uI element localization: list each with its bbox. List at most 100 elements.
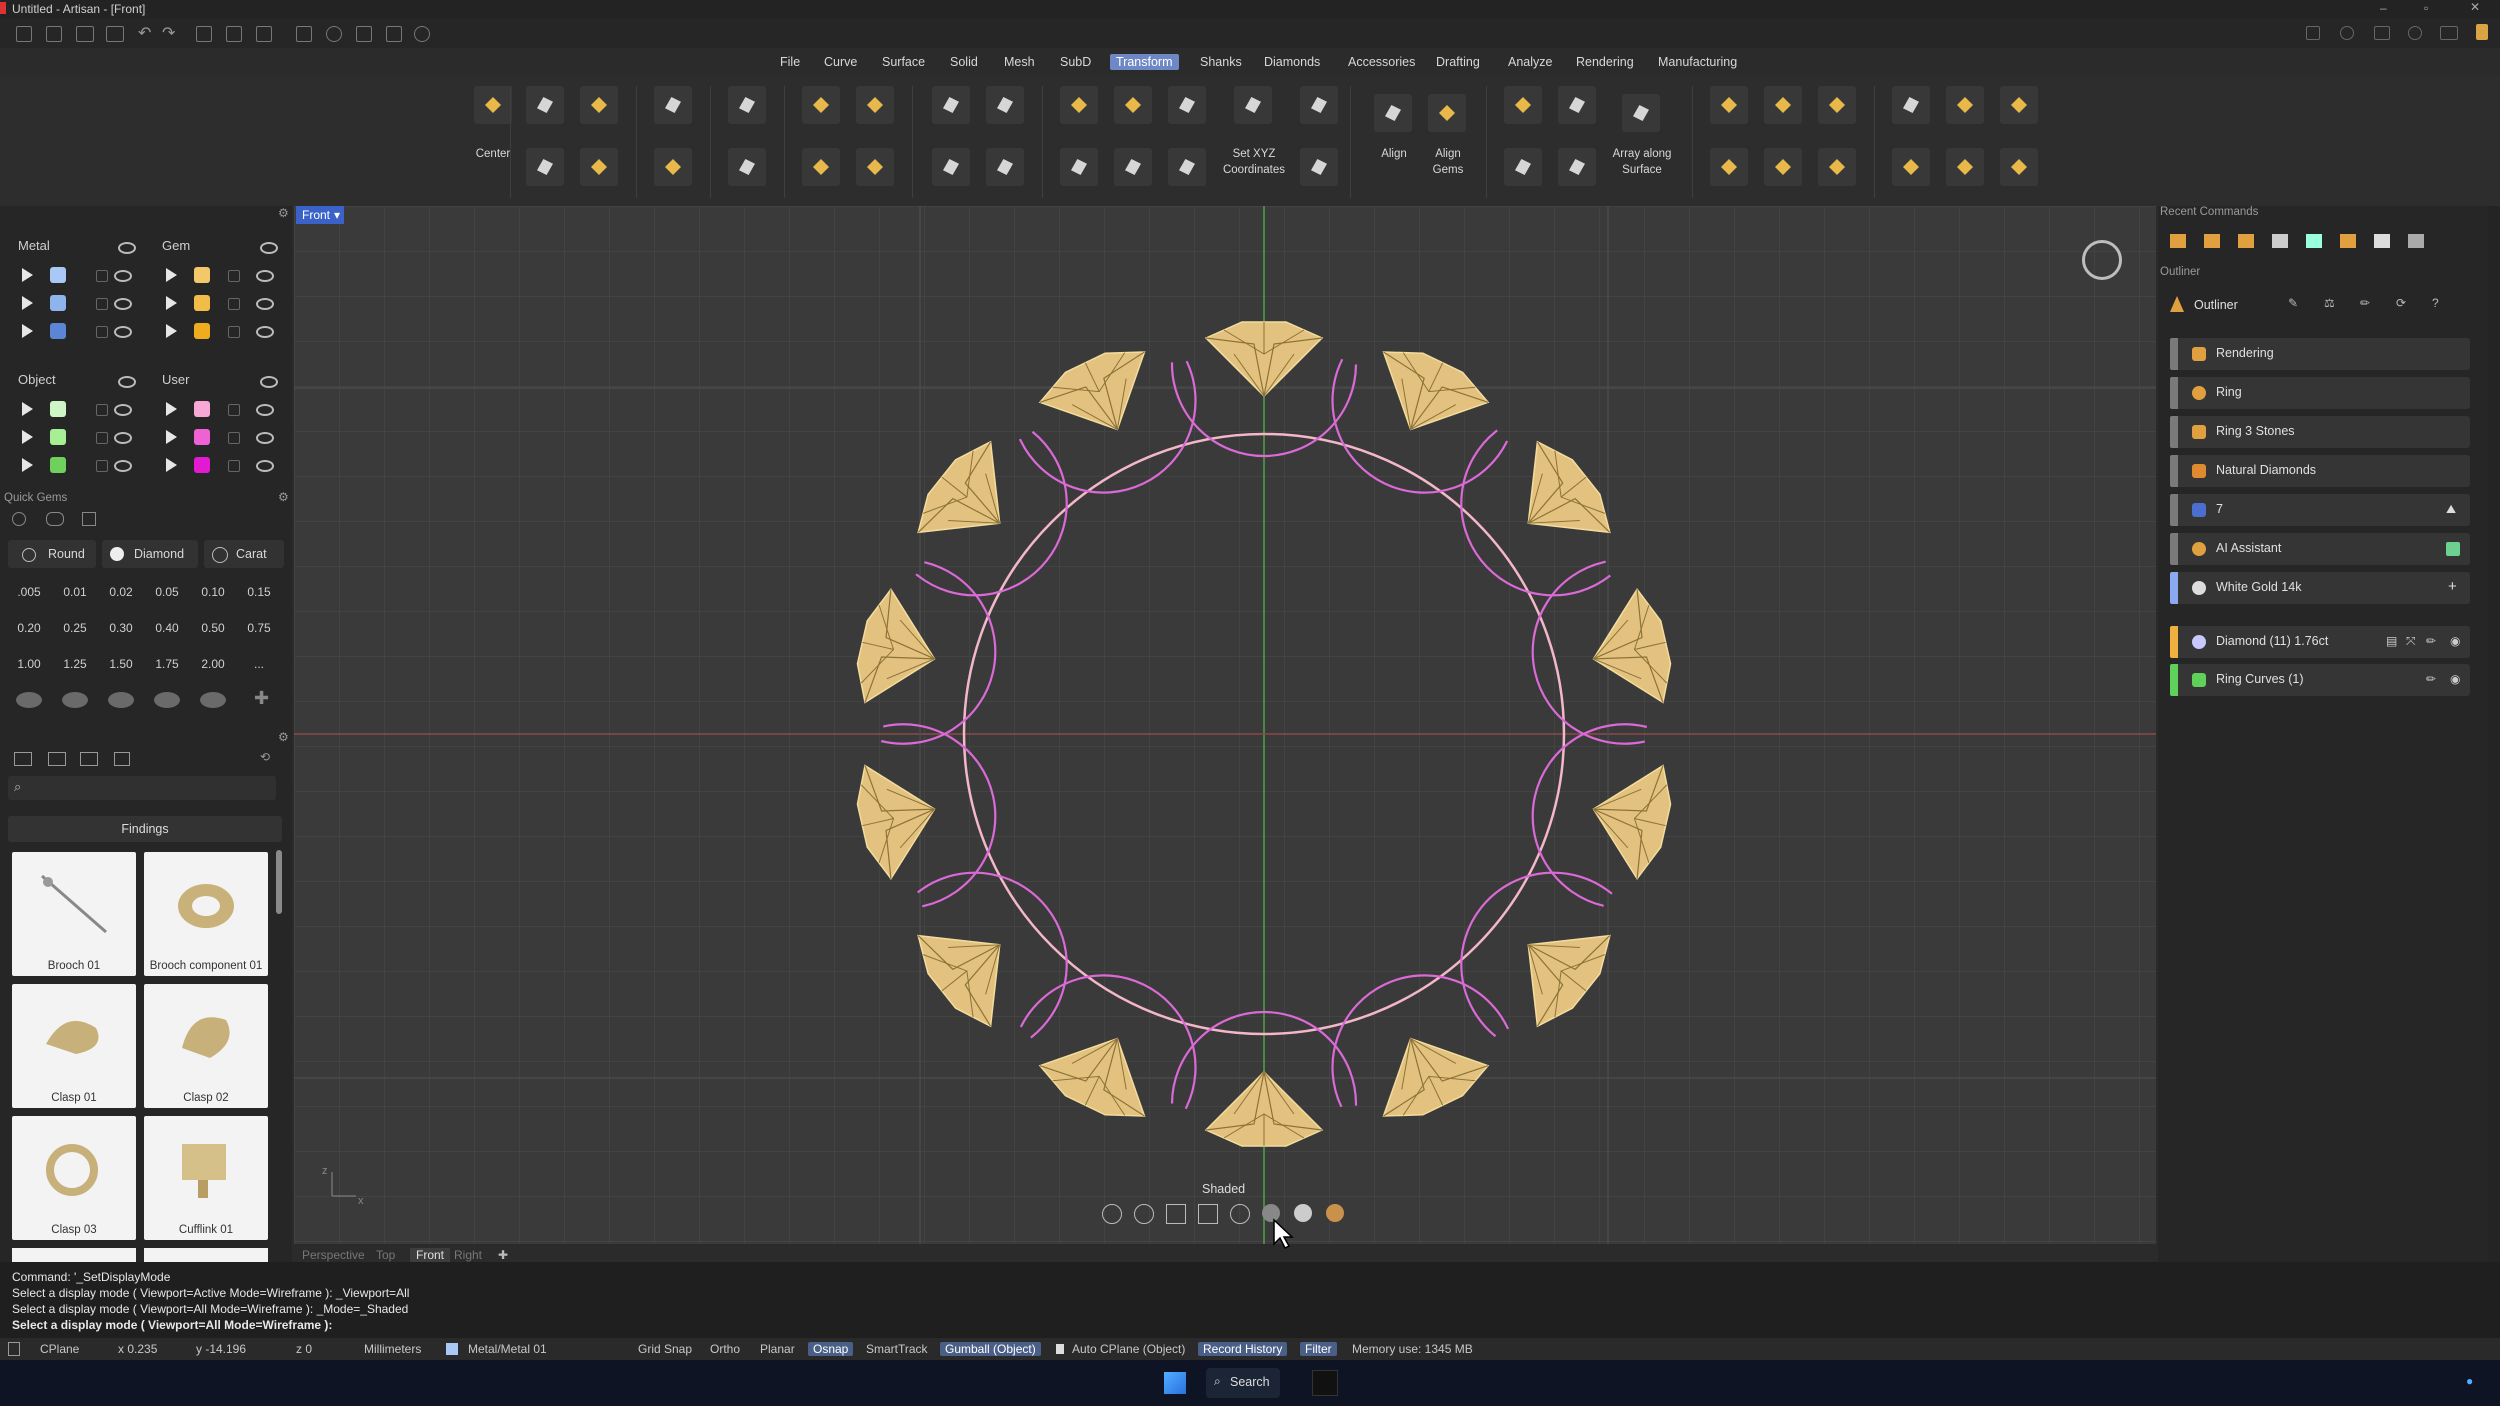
library-item[interactable]: Cufflink 01 [144, 1116, 268, 1240]
align-tool-icon[interactable] [1374, 94, 1412, 132]
plate-icon[interactable] [1892, 148, 1930, 186]
viewport-tab-right[interactable]: Right [454, 1248, 482, 1262]
gem-color-swatch[interactable] [194, 323, 210, 339]
new-icon[interactable] [16, 26, 32, 42]
edit-icon[interactable]: ✏ [2360, 296, 2370, 310]
save-icon[interactable] [196, 26, 212, 42]
folder-icon[interactable] [14, 752, 32, 766]
outliner-row-ring[interactable]: Ring [2170, 377, 2470, 409]
sync-icon[interactable] [2440, 26, 2458, 40]
lock-icon[interactable] [96, 432, 108, 444]
viewport-tab-front[interactable]: Front [410, 1248, 451, 1262]
gem-stone[interactable] [1204, 1070, 1324, 1147]
clipboard-icon[interactable] [2306, 26, 2320, 40]
taskbar-search-button[interactable]: ⌕ Search [1206, 1368, 1280, 1398]
current-layer[interactable]: Metal/Metal 01 [468, 1342, 547, 1356]
eye-icon[interactable] [256, 404, 274, 416]
size-button[interactable]: 0.50 [192, 614, 234, 642]
library-scrollbar[interactable] [276, 850, 282, 914]
library-item[interactable]: Brooch 01 [12, 852, 136, 976]
recent-command-icon[interactable] [2204, 234, 2220, 248]
tab-accessories[interactable]: Accessories [1342, 54, 1421, 70]
size-button[interactable]: 0.15 [238, 578, 280, 606]
play-icon[interactable] [22, 458, 33, 472]
gem-round-icon[interactable] [12, 512, 26, 526]
recent-command-icon[interactable] [2408, 234, 2424, 248]
flow-tool-icon[interactable] [654, 148, 692, 186]
frame-offset-icon[interactable] [1946, 148, 1984, 186]
gem-shape-icon[interactable] [62, 692, 88, 708]
play-icon[interactable] [22, 296, 33, 310]
open-recent-icon[interactable] [106, 26, 124, 42]
gem-stone[interactable] [1204, 321, 1324, 398]
help-icon[interactable] [2408, 26, 2422, 40]
eye-icon[interactable] [260, 376, 278, 388]
orient-tool-icon[interactable] [654, 86, 692, 124]
lock-icon[interactable] [228, 432, 240, 444]
play-icon[interactable] [22, 268, 33, 282]
eye-icon[interactable] [114, 298, 132, 310]
table-icon[interactable]: ▤ [2386, 634, 2397, 648]
lock-icon[interactable] [228, 404, 240, 416]
panel-toggle-icon[interactable] [8, 1342, 20, 1356]
play-icon[interactable] [166, 296, 177, 310]
size-button[interactable]: 0.10 [192, 578, 234, 606]
bend-tool-icon[interactable] [728, 86, 766, 124]
recent-command-icon[interactable] [2340, 234, 2356, 248]
unit-select-button[interactable]: Carat [204, 540, 284, 568]
recent-command-icon[interactable] [2170, 234, 2186, 248]
object-color-swatch[interactable] [50, 401, 66, 417]
tab-shanks[interactable]: Shanks [1194, 54, 1248, 70]
project-tool-icon[interactable] [1300, 86, 1338, 124]
add-icon[interactable]: + [2448, 578, 2457, 595]
user-color-swatch[interactable] [194, 401, 210, 417]
edit-icon[interactable]: ✏ [2426, 634, 2436, 648]
artisan-app-icon[interactable] [1312, 1370, 1338, 1396]
cut-select-button[interactable]: Round [8, 540, 96, 568]
symmetry-tool-icon[interactable] [932, 148, 970, 186]
mirror-x-icon[interactable] [986, 86, 1024, 124]
gem-shape-icon[interactable] [154, 692, 180, 708]
eye-icon[interactable] [256, 298, 274, 310]
osnap-toggle[interactable]: Osnap [808, 1342, 854, 1356]
viewport-tab-top[interactable]: Top [376, 1248, 395, 1262]
snap-tool-icon[interactable] [1168, 148, 1206, 186]
smarttrack-toggle[interactable]: SmartTrack [866, 1342, 928, 1356]
eye-icon[interactable] [256, 432, 274, 444]
open-icon[interactable] [76, 26, 94, 42]
prong-curve-icon[interactable] [1764, 86, 1802, 124]
outliner-row-white-gold[interactable]: White Gold 14k + [2170, 572, 2470, 604]
tab-file[interactable]: File [774, 54, 806, 70]
size-button[interactable]: ... [238, 650, 280, 678]
set-xyz-icon[interactable] [1234, 86, 1272, 124]
material-mode-icon[interactable] [1326, 1204, 1344, 1222]
size-button[interactable]: 0.01 [54, 578, 96, 606]
edit-icon[interactable]: ✏ [2426, 672, 2436, 686]
library-item[interactable]: Clasp 03 [12, 1116, 136, 1240]
ortho-toggle[interactable]: Ortho [710, 1342, 740, 1356]
curve-array-icon[interactable] [1558, 148, 1596, 186]
grid-array-icon[interactable] [1504, 148, 1542, 186]
size-button[interactable]: 1.50 [100, 650, 142, 678]
gem-stone[interactable] [1581, 586, 1679, 716]
lock-icon[interactable] [228, 460, 240, 472]
outliner-row-diamond[interactable]: Diamond (11) 1.76ct ▤ ⤧ ✏ ◉ [2170, 626, 2470, 658]
scatter-tool-icon[interactable] [1558, 86, 1596, 124]
gem-stone[interactable] [849, 753, 947, 883]
recent-command-icon[interactable] [2238, 234, 2254, 248]
gem-drag-icon[interactable] [1114, 148, 1152, 186]
auto-cplane-toggle[interactable]: Auto CPlane (Object) [1072, 1342, 1185, 1356]
ring-size-icon[interactable]: ⛰ [2446, 502, 2456, 517]
tab-diamonds[interactable]: Diamonds [1258, 54, 1326, 70]
cloud-icon[interactable] [2374, 26, 2390, 40]
select-icon[interactable]: ⤧ [2406, 634, 2416, 649]
eye-icon[interactable] [256, 326, 274, 338]
size-button[interactable]: 1.25 [54, 650, 96, 678]
array-along-surface-icon[interactable] [1622, 94, 1660, 132]
outliner-row-size[interactable]: 7 ⛰ [2170, 494, 2470, 526]
eye-icon[interactable] [114, 404, 132, 416]
mirror-y-icon[interactable] [986, 148, 1024, 186]
lock-icon[interactable] [228, 270, 240, 282]
tab-subd[interactable]: SubD [1054, 54, 1097, 70]
size-button[interactable]: 0.75 [238, 614, 280, 642]
